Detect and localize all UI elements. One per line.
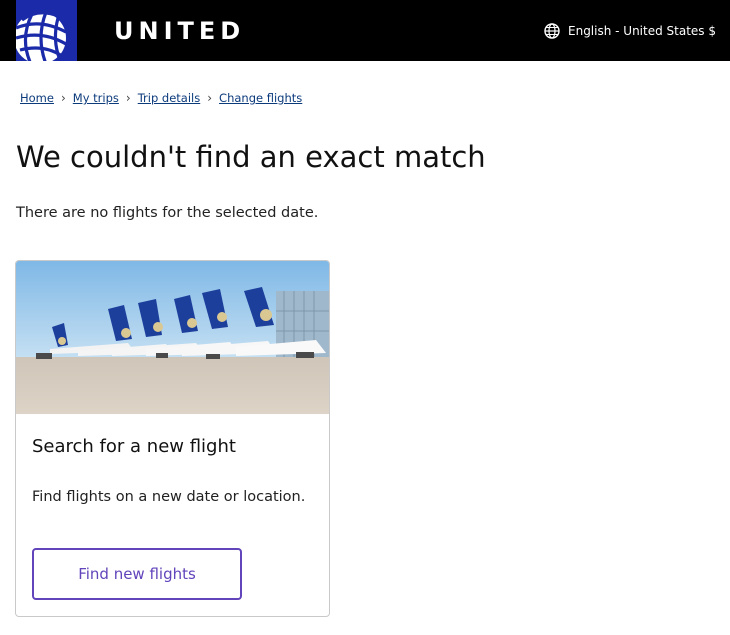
find-new-flights-button[interactable]: Find new flights: [32, 548, 242, 600]
breadcrumb-change-flights-link[interactable]: Change flights: [219, 91, 302, 105]
page-subtitle: There are no flights for the selected da…: [16, 205, 319, 221]
globe-icon: [544, 23, 560, 39]
page-title: We couldn't find an exact match: [16, 140, 486, 174]
card-description: Find flights on a new date or location.: [32, 489, 306, 505]
chevron-right-icon: ›: [60, 91, 66, 105]
breadcrumb-home-link[interactable]: Home: [20, 91, 54, 105]
united-globe-logo-icon[interactable]: [16, 0, 77, 61]
breadcrumb-trip-details-link[interactable]: Trip details: [138, 91, 201, 105]
language-label: English - United States $: [568, 24, 716, 38]
airport-planes-image: [16, 261, 329, 414]
chevron-right-icon: ›: [207, 91, 213, 105]
chevron-right-icon: ›: [125, 91, 131, 105]
breadcrumb: Home › My trips › Trip details › Change …: [20, 90, 302, 106]
language-selector[interactable]: English - United States $: [544, 21, 716, 41]
card-title: Search for a new flight: [32, 436, 236, 457]
top-navigation-bar: UNITED English - United States $: [0, 0, 730, 61]
search-new-flight-card: Search for a new flight Find flights on …: [15, 260, 330, 617]
united-wordmark: UNITED: [114, 17, 246, 45]
breadcrumb-my-trips-link[interactable]: My trips: [73, 91, 119, 105]
